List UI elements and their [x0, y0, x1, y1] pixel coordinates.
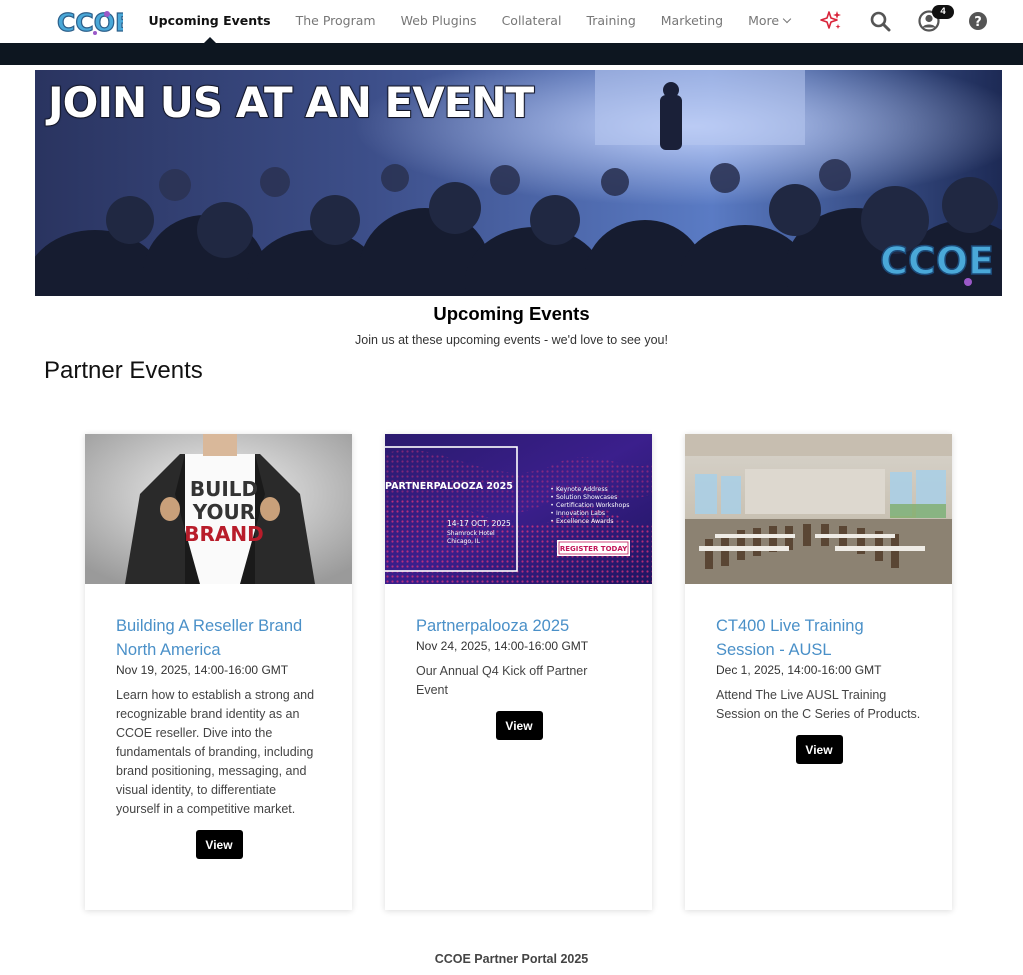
- nav-label: Collateral: [501, 13, 562, 28]
- view-event-button[interactable]: View: [495, 711, 543, 740]
- event-description: Our Annual Q4 Kick off Partner Event: [416, 664, 588, 697]
- nav-more-dropdown[interactable]: More: [736, 0, 803, 42]
- image-text: BRAND: [184, 522, 263, 546]
- flyer-register-cta: REGISTER TODAY: [560, 545, 628, 553]
- header-divider-bar: [0, 43, 1023, 65]
- flyer-venue: Shamrock Hotel: [447, 530, 495, 537]
- event-description: Learn how to establish a strong and reco…: [116, 688, 315, 816]
- flyer-agenda-item: Certification Workshops: [556, 502, 629, 509]
- help-icon[interactable]: ?: [965, 8, 991, 34]
- main-menu: Upcoming Events The Program Web Plugins …: [136, 0, 803, 43]
- training-room-image[interactable]: [685, 434, 952, 584]
- nav-label: Upcoming Events: [148, 13, 271, 28]
- flyer-agenda-item: Innovation Labs: [556, 510, 605, 517]
- card-body: CT400 Live Training Session - AUSL Dec 1…: [685, 584, 952, 764]
- flyer-agenda-item: Solution Showcases: [556, 494, 617, 501]
- nav-training[interactable]: Training: [574, 0, 648, 42]
- event-card: CT400 Live Training Session - AUSL Dec 1…: [685, 434, 952, 910]
- svg-text:•: •: [551, 487, 553, 493]
- flyer-headline: PARTNERPALOOZA 2025: [385, 481, 513, 492]
- svg-text:?: ?: [974, 15, 982, 30]
- partnerpalooza-flyer-image[interactable]: PARTNERPALOOZA 2025 14-17 OCT, 2025 Sham…: [385, 434, 652, 584]
- search-icon[interactable]: [867, 8, 893, 34]
- nav-label: Marketing: [660, 13, 724, 28]
- event-card: BUILD YOUR BRAND Building A Reseller Bra…: [85, 434, 352, 910]
- top-navigation: CCOE Upcoming Events The Program Web Plu…: [0, 0, 1023, 43]
- nav-label: Training: [586, 13, 636, 28]
- svg-text:CCOE: CCOE: [880, 239, 994, 283]
- ccoe-logo[interactable]: CCOE: [55, 6, 123, 36]
- nav-label: More: [748, 13, 780, 28]
- svg-text:•: •: [551, 503, 553, 509]
- nav-the-program[interactable]: The Program: [283, 0, 388, 42]
- nav-collateral[interactable]: Collateral: [489, 0, 574, 42]
- image-text: BUILD: [190, 477, 258, 501]
- nav-upcoming-events[interactable]: Upcoming Events: [136, 0, 283, 43]
- image-text: YOUR: [192, 500, 255, 524]
- event-date: Nov 24, 2025, 14:00-16:00 GMT: [416, 639, 589, 653]
- footer-text: CCOE Partner Portal 2025: [434, 952, 589, 966]
- event-description: Attend The Live AUSL Training Session on…: [716, 688, 921, 721]
- hero-banner: CCOE JOIN US AT AN EVENT: [35, 70, 1002, 296]
- view-event-button[interactable]: View: [195, 830, 243, 859]
- event-date: Dec 1, 2025, 14:00-16:00 GMT: [716, 663, 882, 677]
- svg-text:•: •: [551, 495, 553, 501]
- event-title-link[interactable]: Partnerpalooza 2025: [416, 614, 622, 638]
- page-subtitle: Join us at these upcoming events - we'd …: [355, 333, 668, 347]
- section-title: Partner Events: [44, 357, 203, 384]
- notification-badge: 4: [932, 5, 954, 19]
- ai-sparkle-icon[interactable]: [818, 8, 844, 34]
- build-your-brand-image[interactable]: BUILD YOUR BRAND: [85, 434, 352, 584]
- nav-label: Web Plugins: [400, 13, 477, 28]
- chevron-down-icon: [782, 14, 792, 24]
- card-body: Building A Reseller Brand North America …: [85, 584, 352, 859]
- event-title-link[interactable]: CT400 Live Training Session - AUSL: [716, 614, 922, 662]
- event-date: Nov 19, 2025, 14:00-16:00 GMT: [116, 663, 289, 677]
- nav-marketing[interactable]: Marketing: [648, 0, 735, 42]
- svg-text:•: •: [551, 511, 553, 517]
- flyer-agenda-item: Keynote Address: [556, 486, 608, 493]
- card-body: Partnerpalooza 2025 Nov 24, 2025, 14:00-…: [385, 584, 652, 740]
- flyer-agenda-item: Excellence Awards: [556, 518, 613, 525]
- nav-label: The Program: [295, 13, 376, 28]
- view-event-button[interactable]: View: [795, 735, 843, 764]
- svg-text:•: •: [551, 519, 553, 525]
- event-card: PARTNERPALOOZA 2025 14-17 OCT, 2025 Sham…: [385, 434, 652, 910]
- flyer-city: Chicago, IL: [447, 538, 481, 545]
- event-title-link[interactable]: Building A Reseller Brand North America: [116, 614, 322, 662]
- nav-web-plugins[interactable]: Web Plugins: [388, 0, 489, 42]
- hero-headline: JOIN US AT AN EVENT: [47, 77, 535, 128]
- page-title: Upcoming Events: [433, 303, 590, 324]
- svg-text:CCOE: CCOE: [57, 8, 123, 36]
- flyer-dates: 14-17 OCT, 2025: [447, 519, 511, 528]
